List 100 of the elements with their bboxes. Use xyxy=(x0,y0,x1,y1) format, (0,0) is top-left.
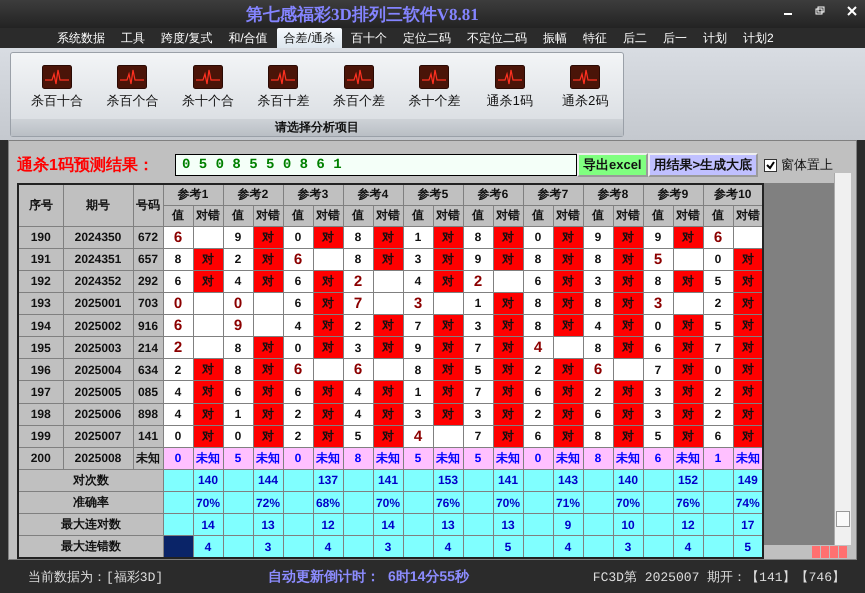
ribbon-button[interactable]: 通杀1码 xyxy=(472,65,548,119)
column-header: 对错 xyxy=(253,205,283,226)
table-cell: 6 xyxy=(343,358,373,381)
menu-tab[interactable]: 计划 xyxy=(696,28,734,48)
table-cell: 898 xyxy=(133,403,163,426)
table-cell: 8 xyxy=(583,425,613,448)
table-cell: 4 xyxy=(343,403,373,426)
table-cell: 6 xyxy=(523,380,553,403)
restore-icon[interactable] xyxy=(815,6,825,16)
table-cell: 2025002 xyxy=(63,314,133,337)
table-cell: 2025001 xyxy=(63,292,133,314)
table-cell: 3 xyxy=(253,536,283,558)
table-cell: 6 xyxy=(583,358,613,381)
table-cell: 对 xyxy=(553,380,583,403)
table-cell: 4 xyxy=(433,536,463,558)
ribbon-button[interactable]: 杀百十差 xyxy=(246,65,321,119)
table-cell: 14 xyxy=(193,514,223,536)
table-cell: 对 xyxy=(253,336,283,359)
heartbeat-icon xyxy=(192,65,223,89)
column-header: 参考4 xyxy=(343,184,403,205)
menu-tab[interactable]: 跨度/复式 xyxy=(154,28,220,48)
table-cell: 对 xyxy=(553,270,583,292)
table-cell: 对 xyxy=(613,380,643,403)
table-cell: 214 xyxy=(133,336,163,359)
export-button[interactable]: 导出excel xyxy=(577,153,648,177)
column-header: 值 xyxy=(523,205,553,226)
menu-tab[interactable]: 不定位二码 xyxy=(460,28,534,48)
table-cell: 3 xyxy=(613,536,643,558)
menu-tab[interactable]: 振幅 xyxy=(536,28,574,48)
table-cell: 190 xyxy=(18,226,63,248)
column-header: 对错 xyxy=(433,205,463,226)
table-cell: 对 xyxy=(373,248,403,270)
table-cell: 12 xyxy=(313,514,343,536)
table-cell: 3 xyxy=(403,403,433,426)
table-cell: 141 xyxy=(133,425,163,448)
table-cell: 2 xyxy=(583,380,613,403)
table-cell: 5 xyxy=(703,314,733,337)
table-cell: 634 xyxy=(133,358,163,381)
table-cell: 对 xyxy=(313,270,343,292)
menu-tab[interactable]: 工具 xyxy=(114,28,152,48)
menu-tab[interactable]: 和/合值 xyxy=(221,28,275,48)
column-header: 值 xyxy=(583,205,613,226)
table-cell: 2024351 xyxy=(63,248,133,270)
table-cell: 对 xyxy=(433,270,463,292)
menu-tab[interactable]: 后二 xyxy=(616,28,654,48)
table-cell: 对 xyxy=(733,403,763,426)
table-cell: 7 xyxy=(463,336,493,359)
table-cell: 6 xyxy=(163,226,193,248)
table-cell: 6 xyxy=(283,270,313,292)
ribbon-button[interactable]: 杀十个合 xyxy=(170,65,246,119)
table-cell: 6 xyxy=(703,425,733,448)
table-cell: 对 xyxy=(613,248,643,270)
table-cell: 2 xyxy=(523,358,553,381)
table-cell: 对 xyxy=(493,314,523,337)
menu-tab[interactable]: 计划2 xyxy=(736,28,781,48)
table-cell: 2025004 xyxy=(63,358,133,381)
table-cell: 12 xyxy=(673,514,703,536)
table-cell: 2025006 xyxy=(63,403,133,426)
scrollbar[interactable] xyxy=(834,173,851,545)
ribbon-button[interactable]: 杀十个差 xyxy=(396,65,472,119)
table-cell: 5 xyxy=(223,447,253,470)
ribbon-button[interactable]: 杀百十合 xyxy=(19,65,94,119)
table-cell: 对 xyxy=(253,248,283,270)
countdown-label: 自动更新倒计时： xyxy=(268,568,380,586)
table-cell: 141 xyxy=(373,469,403,492)
ribbon-button[interactable]: 通杀2码 xyxy=(548,65,623,119)
table-cell: 对 xyxy=(733,380,763,403)
menu-tab[interactable]: 系统数据 xyxy=(50,28,112,48)
table-cell: 7 xyxy=(703,336,733,359)
prediction-field[interactable]: 0 5 0 8 5 5 0 8 6 1 xyxy=(175,154,577,176)
menu-tab[interactable]: 后一 xyxy=(656,28,694,48)
group-label: 请选择分析项目 xyxy=(275,119,359,136)
menu-tab[interactable]: 定位二码 xyxy=(396,28,458,48)
checkbox[interactable] xyxy=(764,158,778,172)
generate-button[interactable]: 用结果>生成大底 xyxy=(648,153,758,177)
column-header: 参考8 xyxy=(583,184,643,205)
column-header: 值 xyxy=(463,205,493,226)
table-cell: 对 xyxy=(313,380,343,403)
table-cell: 8 xyxy=(343,248,373,270)
table-cell: 6 xyxy=(523,270,553,292)
table-cell: 1 xyxy=(703,447,733,470)
menu-tab[interactable]: 合差/通杀 xyxy=(276,28,342,48)
table-cell: 2 xyxy=(283,403,313,426)
table-cell: 对 xyxy=(553,425,583,448)
column-header: 序号 xyxy=(18,184,63,226)
close-icon[interactable] xyxy=(847,6,857,16)
menu-tab[interactable]: 特征 xyxy=(576,28,614,48)
table-cell: 对 xyxy=(373,425,403,448)
table-cell: 14 xyxy=(373,514,403,536)
table-cell: 4 xyxy=(283,314,313,337)
table-cell: 76% xyxy=(433,492,463,514)
column-header: 期号 xyxy=(63,184,133,226)
table-cell: 对 xyxy=(373,380,403,403)
ribbon-button[interactable]: 杀百个合 xyxy=(94,65,170,119)
menu-tab[interactable]: 百十个 xyxy=(344,28,394,48)
ribbon-button[interactable]: 杀百个差 xyxy=(321,65,396,119)
column-header: 对错 xyxy=(373,205,403,226)
table-cell: 5 xyxy=(643,248,673,270)
table-cell: 8 xyxy=(463,226,493,248)
table-cell: 对 xyxy=(433,336,463,359)
